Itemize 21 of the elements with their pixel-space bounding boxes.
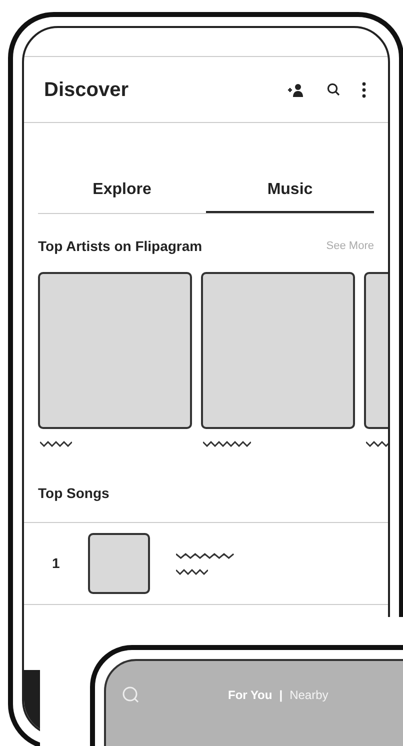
squiggle-icon <box>176 552 234 558</box>
squiggle-icon <box>176 568 208 574</box>
song-thumbnail <box>88 533 150 594</box>
see-more-link[interactable]: See More <box>326 238 374 255</box>
tab[interactable]: For You <box>228 686 272 704</box>
squiggle-icon <box>203 441 251 447</box>
tab[interactable]: Explore <box>38 169 206 213</box>
section-title: Top Songs <box>37 484 110 503</box>
artist-thumbnail[interactable] <box>201 272 355 429</box>
artist-thumbnail[interactable] <box>38 272 192 429</box>
squiggle-icon <box>40 441 72 447</box>
tab[interactable]: Music <box>206 169 374 213</box>
tab-separator: | <box>279 687 283 704</box>
tab[interactable]: Nearby <box>290 686 328 704</box>
add-person-icon[interactable] <box>287 82 305 96</box>
search-icon[interactable] <box>327 83 340 96</box>
screen-title: Discover <box>44 78 128 102</box>
song-rank: 1 <box>51 554 61 573</box>
more-icon[interactable] <box>362 82 366 98</box>
squiggle-icon <box>366 441 388 447</box>
section-title: Top Artists on Flipagram <box>38 237 202 256</box>
